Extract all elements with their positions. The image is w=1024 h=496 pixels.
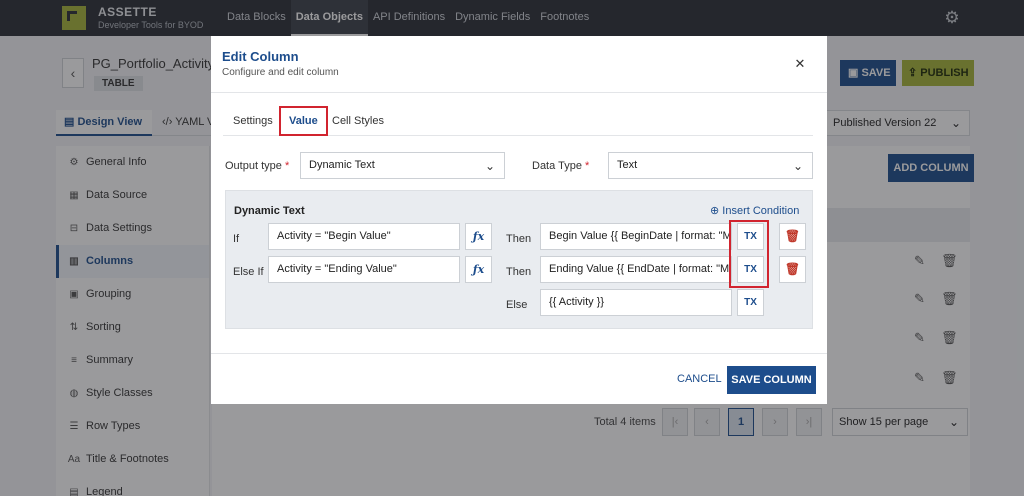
tab-value[interactable]: Value — [279, 106, 328, 136]
chevron-down-icon: ⌄ — [484, 159, 495, 173]
required-mark: * — [284, 160, 290, 172]
output-type-label-text: Output type — [225, 160, 282, 172]
close-icon[interactable]: ✕ — [793, 56, 807, 72]
insert-condition-label: Insert Condition — [722, 205, 800, 217]
insert-condition-link[interactable]: ⊕ Insert Condition — [710, 204, 799, 217]
else-if-label: Else If — [233, 266, 264, 278]
output-type-select[interactable]: Dynamic Text ⌄ — [300, 152, 505, 179]
else-value-input[interactable]: {{ Activity }} — [540, 289, 732, 316]
dialog-subtitle: Configure and edit column — [222, 67, 339, 78]
dialog-tabs: Settings Value Cell Styles — [223, 106, 813, 136]
dynamic-text-panel: Dynamic Text ⊕ Insert Condition If Activ… — [225, 190, 813, 329]
chevron-down-icon: ⌄ — [792, 159, 803, 173]
edit-column-dialog: Edit Column Configure and edit column ✕ … — [211, 36, 827, 404]
tab-settings[interactable]: Settings — [233, 106, 273, 136]
function-icon[interactable]: ƒx — [465, 256, 492, 283]
plus-circle-icon: ⊕ — [710, 205, 723, 217]
data-type-value: Text — [617, 159, 638, 171]
dynamic-text-title: Dynamic Text — [234, 205, 305, 217]
function-icon[interactable]: ƒx — [465, 223, 492, 250]
output-type-value: Dynamic Text — [309, 159, 375, 171]
data-type-label-text: Data Type — [532, 160, 582, 172]
cancel-button[interactable]: CANCEL — [677, 373, 722, 385]
divider — [211, 92, 827, 93]
required-mark: * — [585, 160, 590, 172]
if-condition-input[interactable]: Activity = "Begin Value" — [268, 223, 460, 250]
dialog-title: Edit Column — [222, 49, 299, 64]
then-label: Then — [506, 233, 532, 245]
if-label: If — [233, 233, 240, 245]
then-value-input[interactable]: Begin Value {{ BeginDate | format: "MM — [540, 223, 732, 250]
highlight-frame — [729, 220, 769, 288]
output-type-label: Output type * — [225, 160, 289, 172]
then-value-input[interactable]: Ending Value {{ EndDate | format: "MM — [540, 256, 732, 283]
tab-cell-styles[interactable]: Cell Styles — [332, 106, 384, 136]
data-type-label: Data Type * — [532, 160, 589, 172]
else-label: Else — [506, 299, 528, 311]
save-column-button[interactable]: SAVE COLUMN — [727, 366, 816, 394]
trash-icon[interactable]: 🗑 — [779, 256, 806, 283]
else-if-condition-input[interactable]: Activity = "Ending Value" — [268, 256, 460, 283]
tx-button[interactable]: TX — [737, 289, 764, 316]
divider — [211, 353, 827, 354]
then-label: Then — [506, 266, 532, 278]
data-type-select[interactable]: Text ⌄ — [608, 152, 813, 179]
trash-icon[interactable]: 🗑 — [779, 223, 806, 250]
